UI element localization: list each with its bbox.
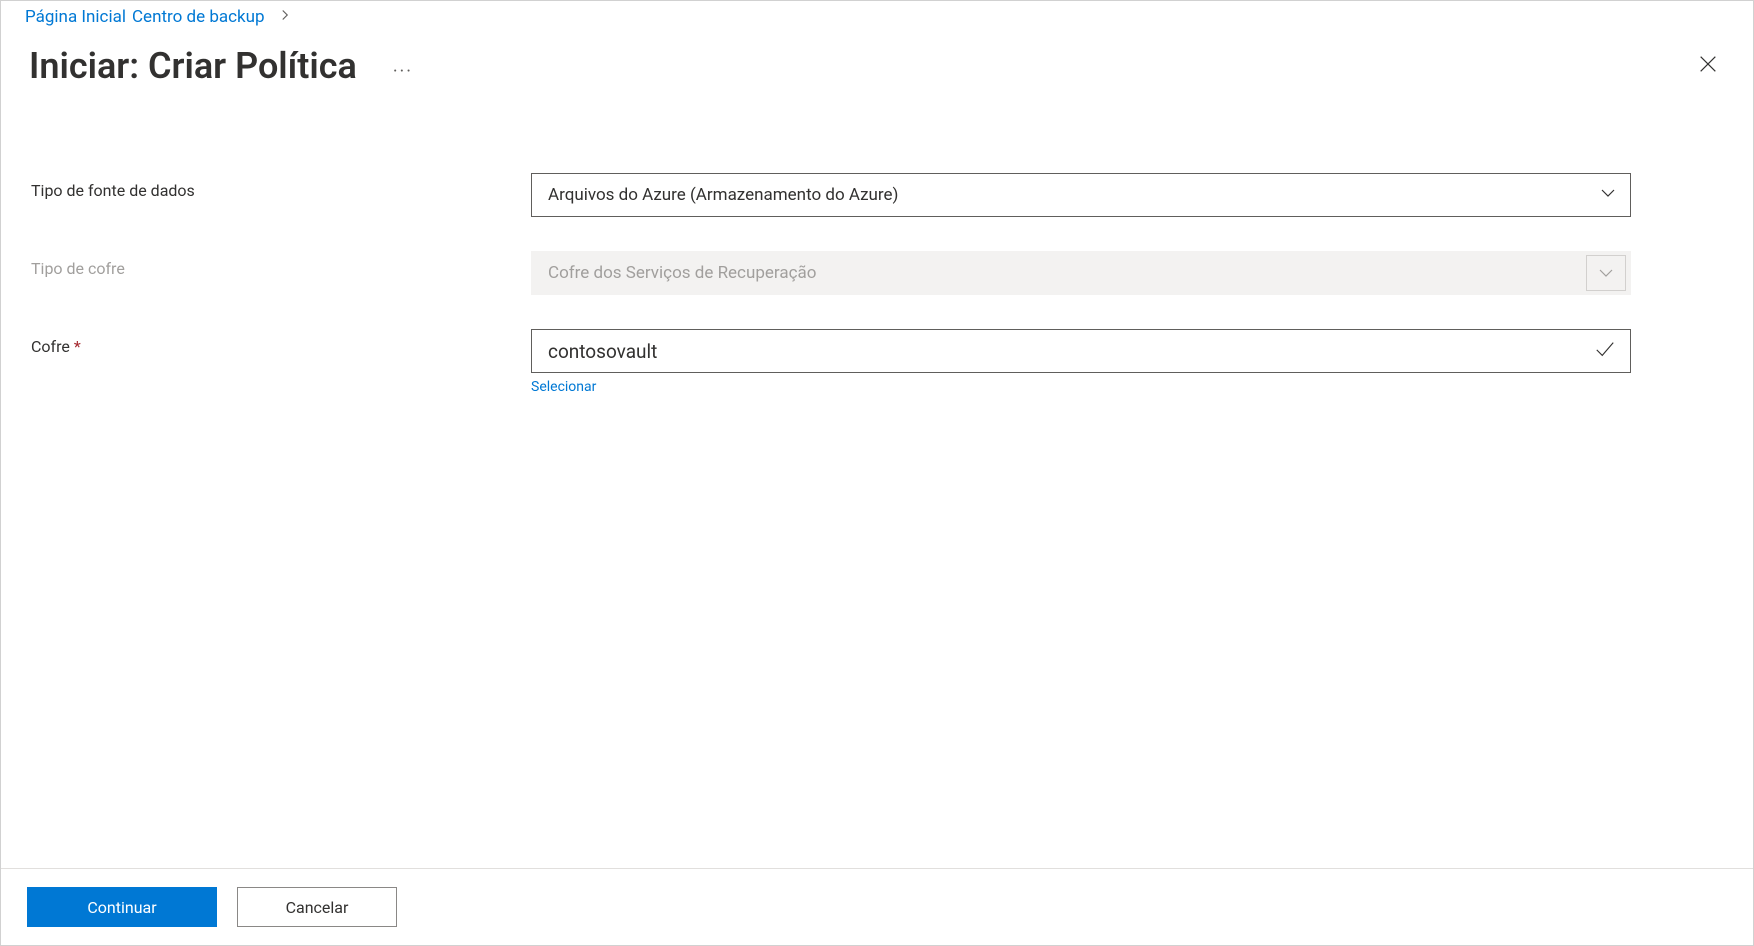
label-vault: Cofre* [31,329,531,356]
more-actions-button[interactable]: ··· [389,59,417,85]
page-title: Iniciar: Criar Política [29,45,357,87]
breadcrumb-backup-center[interactable]: Centro de backup [132,7,265,27]
select-vault-type-value: Cofre dos Serviços de Recuperação [548,263,816,283]
breadcrumb-home[interactable]: Página Inicial [25,7,126,27]
chevron-down-icon [1600,185,1616,206]
select-vault-type: Cofre dos Serviços de Recuperação [531,251,1631,295]
select-vault-value: contosovault [548,340,657,363]
check-icon [1594,338,1616,365]
cancel-button[interactable]: Cancelar [237,887,397,927]
chevron-right-icon [279,9,291,25]
row-datasource-type: Tipo de fonte de dados Arquivos do Azure… [31,173,1723,217]
select-datasource-value: Arquivos do Azure (Armazenamento do Azur… [548,185,898,205]
required-indicator: * [74,337,81,356]
chevron-down-icon [1586,255,1626,291]
page-header: Iniciar: Criar Política ··· [1,31,1753,93]
vault-select-link[interactable]: Selecionar [531,379,596,395]
footer: Continuar Cancelar [1,868,1753,945]
breadcrumb: Página Inicial Centro de backup [1,1,1753,31]
continue-button[interactable]: Continuar [27,887,217,927]
select-datasource-type[interactable]: Arquivos do Azure (Armazenamento do Azur… [531,173,1631,217]
label-vault-type: Tipo de cofre [31,251,531,278]
label-datasource-type: Tipo de fonte de dados [31,173,531,200]
row-vault-type: Tipo de cofre Cofre dos Serviços de Recu… [31,251,1723,295]
select-vault[interactable]: contosovault [531,329,1631,373]
close-button[interactable] [1691,47,1725,85]
form-area: Tipo de fonte de dados Arquivos do Azure… [1,93,1753,419]
row-vault: Cofre* contosovault Selecionar [31,329,1723,395]
